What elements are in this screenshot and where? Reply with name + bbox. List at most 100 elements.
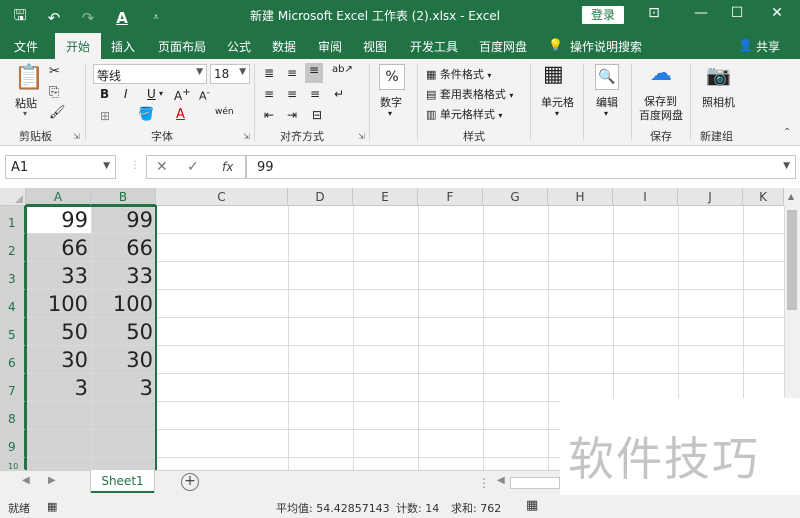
tab-file[interactable]: 文件 (14, 38, 38, 55)
italic-button[interactable]: I (124, 87, 128, 101)
paste-icon[interactable]: 📋 (14, 65, 44, 89)
close-icon[interactable]: ✕ (767, 5, 787, 21)
column-header-b[interactable]: B (91, 188, 156, 206)
redo-icon[interactable]: ↷ (78, 9, 98, 27)
prev-sheet-icon[interactable]: ◀ (22, 475, 30, 486)
row-header-10[interactable]: 10 (0, 458, 26, 471)
column-header-g[interactable]: G (483, 188, 548, 206)
row-header-4[interactable]: 4 (0, 290, 26, 318)
cells-icon[interactable]: ▦ (543, 64, 564, 86)
align-bottom-icon[interactable]: ≡ (305, 63, 323, 83)
align-middle-icon[interactable]: ≡ (287, 66, 297, 80)
tab-formulas[interactable]: 公式 (227, 38, 251, 55)
merge-center-icon[interactable]: ⊟ (312, 108, 322, 122)
column-header-c[interactable]: C (156, 188, 288, 206)
underline-dropdown-icon[interactable]: ▾ (159, 89, 163, 98)
wrap-text-icon[interactable]: ↵ (334, 87, 344, 101)
drag-handle-icon[interactable]: ⋮ (130, 160, 140, 171)
cut-icon[interactable]: ✂ (49, 65, 60, 78)
insert-function-icon[interactable]: fx (222, 160, 233, 174)
column-header-i[interactable]: I (613, 188, 678, 206)
decrease-indent-icon[interactable]: ⇤ (264, 108, 274, 122)
collapse-ribbon-icon[interactable]: ⌃ (783, 127, 791, 138)
scroll-left-icon[interactable]: ◀ (497, 475, 505, 486)
login-button[interactable]: 登录 (582, 6, 624, 24)
baidu-netdisk-icon[interactable]: ☁ (650, 63, 672, 85)
format-painter-icon[interactable]: 🖌 (49, 106, 66, 119)
fill-color-icon[interactable]: 🪣 (138, 107, 154, 122)
underline-button[interactable]: U (147, 87, 156, 101)
row-header-6[interactable]: 6 (0, 346, 26, 374)
column-header-d[interactable]: D (288, 188, 353, 206)
normal-view-icon[interactable]: ▦ (526, 498, 538, 513)
borders-icon[interactable]: ⊞ (100, 109, 110, 123)
align-left-icon[interactable]: ≡ (264, 87, 274, 101)
editing-button[interactable]: 编辑 (596, 94, 618, 110)
tab-developer[interactable]: 开发工具 (410, 38, 458, 55)
camera-icon[interactable]: 📷 (706, 65, 731, 85)
cancel-icon[interactable]: ✕ (156, 159, 168, 175)
tab-split-icon[interactable]: ⋮ (478, 476, 490, 490)
scroll-up-icon[interactable]: ▲ (788, 192, 794, 201)
add-sheet-icon[interactable]: + (181, 473, 199, 491)
formula-input[interactable]: 99 ▼ (246, 155, 796, 179)
minimize-icon[interactable]: — (691, 5, 711, 21)
phonetic-guide-button[interactable]: wén (215, 107, 234, 117)
increase-indent-icon[interactable]: ⇥ (287, 108, 297, 122)
column-header-a[interactable]: A (26, 188, 91, 206)
decrease-font-size-icon[interactable]: A- (199, 87, 210, 103)
align-center-icon[interactable]: ≡ (287, 87, 297, 101)
paste-dropdown-icon[interactable]: ▾ (23, 109, 27, 118)
orientation-icon[interactable]: ab↗ (332, 64, 353, 75)
tab-page-layout[interactable]: 页面布局 (158, 38, 206, 55)
number-dropdown-icon[interactable]: ▾ (388, 109, 392, 118)
select-all-button[interactable] (0, 188, 26, 206)
tab-view[interactable]: 视图 (363, 38, 387, 55)
format-as-table-button[interactable]: ▤ 套用表格格式 ▾ (426, 86, 513, 102)
macro-record-icon[interactable]: ▦ (47, 500, 57, 513)
horizontal-scrollbar[interactable] (510, 477, 560, 489)
row-header-3[interactable]: 3 (0, 262, 26, 290)
row-header-5[interactable]: 5 (0, 318, 26, 346)
tab-data[interactable]: 数据 (272, 38, 296, 55)
name-box[interactable]: A1 ▼ (5, 155, 116, 179)
editing-dropdown-icon[interactable]: ▾ (604, 109, 608, 118)
clipboard-launcher-icon[interactable]: ⇲ (73, 132, 80, 141)
column-header-j[interactable]: J (678, 188, 743, 206)
font-color-icon[interactable]: A (176, 107, 185, 122)
sheet-tab-sheet1[interactable]: Sheet1 (91, 470, 154, 493)
cells-button[interactable]: 单元格 (541, 94, 574, 110)
copy-icon[interactable]: ⎘ (49, 86, 59, 99)
expand-formula-bar-icon[interactable]: ▼ (783, 161, 790, 171)
tab-baidu-netdisk[interactable]: 百度网盘 (479, 38, 527, 55)
scroll-thumb[interactable] (787, 210, 797, 310)
search-icon[interactable]: 🔍 (595, 64, 619, 90)
column-header-k[interactable]: K (743, 188, 784, 206)
column-header-f[interactable]: F (418, 188, 483, 206)
share-icon[interactable]: 👤 (738, 38, 753, 52)
camera-button[interactable]: 照相机 (702, 94, 735, 110)
font-launcher-icon[interactable]: ⇲ (243, 132, 250, 141)
column-header-e[interactable]: E (353, 188, 418, 206)
maximize-icon[interactable]: ☐ (727, 5, 747, 21)
next-sheet-icon[interactable]: ▶ (48, 475, 56, 486)
font-color-icon[interactable]: A (112, 9, 132, 27)
row-header-7[interactable]: 7 (0, 374, 26, 402)
font-name-combo[interactable]: 等线 ▼ (93, 64, 207, 84)
save-icon[interactable]: 🖫 (10, 5, 30, 30)
row-header-9[interactable]: 9 (0, 430, 26, 458)
conditional-formatting-button[interactable]: ▦ 条件格式 ▾ (426, 66, 491, 82)
percent-icon[interactable]: % (379, 64, 405, 90)
number-format-button[interactable]: 数字 (380, 94, 402, 110)
cells-dropdown-icon[interactable]: ▾ (555, 109, 559, 118)
cell-styles-button[interactable]: ▥ 单元格样式 ▾ (426, 106, 502, 122)
bold-button[interactable]: B (100, 87, 109, 101)
column-header-h[interactable]: H (548, 188, 613, 206)
tab-home[interactable]: 开始 (55, 33, 102, 59)
alignment-launcher-icon[interactable]: ⇲ (358, 132, 365, 141)
align-right-icon[interactable]: ≡ (310, 87, 320, 101)
increase-font-size-icon[interactable]: A+ (174, 87, 191, 103)
share-button[interactable]: 共享 (756, 38, 780, 55)
row-header-1[interactable]: 1 (0, 206, 26, 234)
ribbon-display-options-icon[interactable]: ⊡ (644, 5, 664, 21)
